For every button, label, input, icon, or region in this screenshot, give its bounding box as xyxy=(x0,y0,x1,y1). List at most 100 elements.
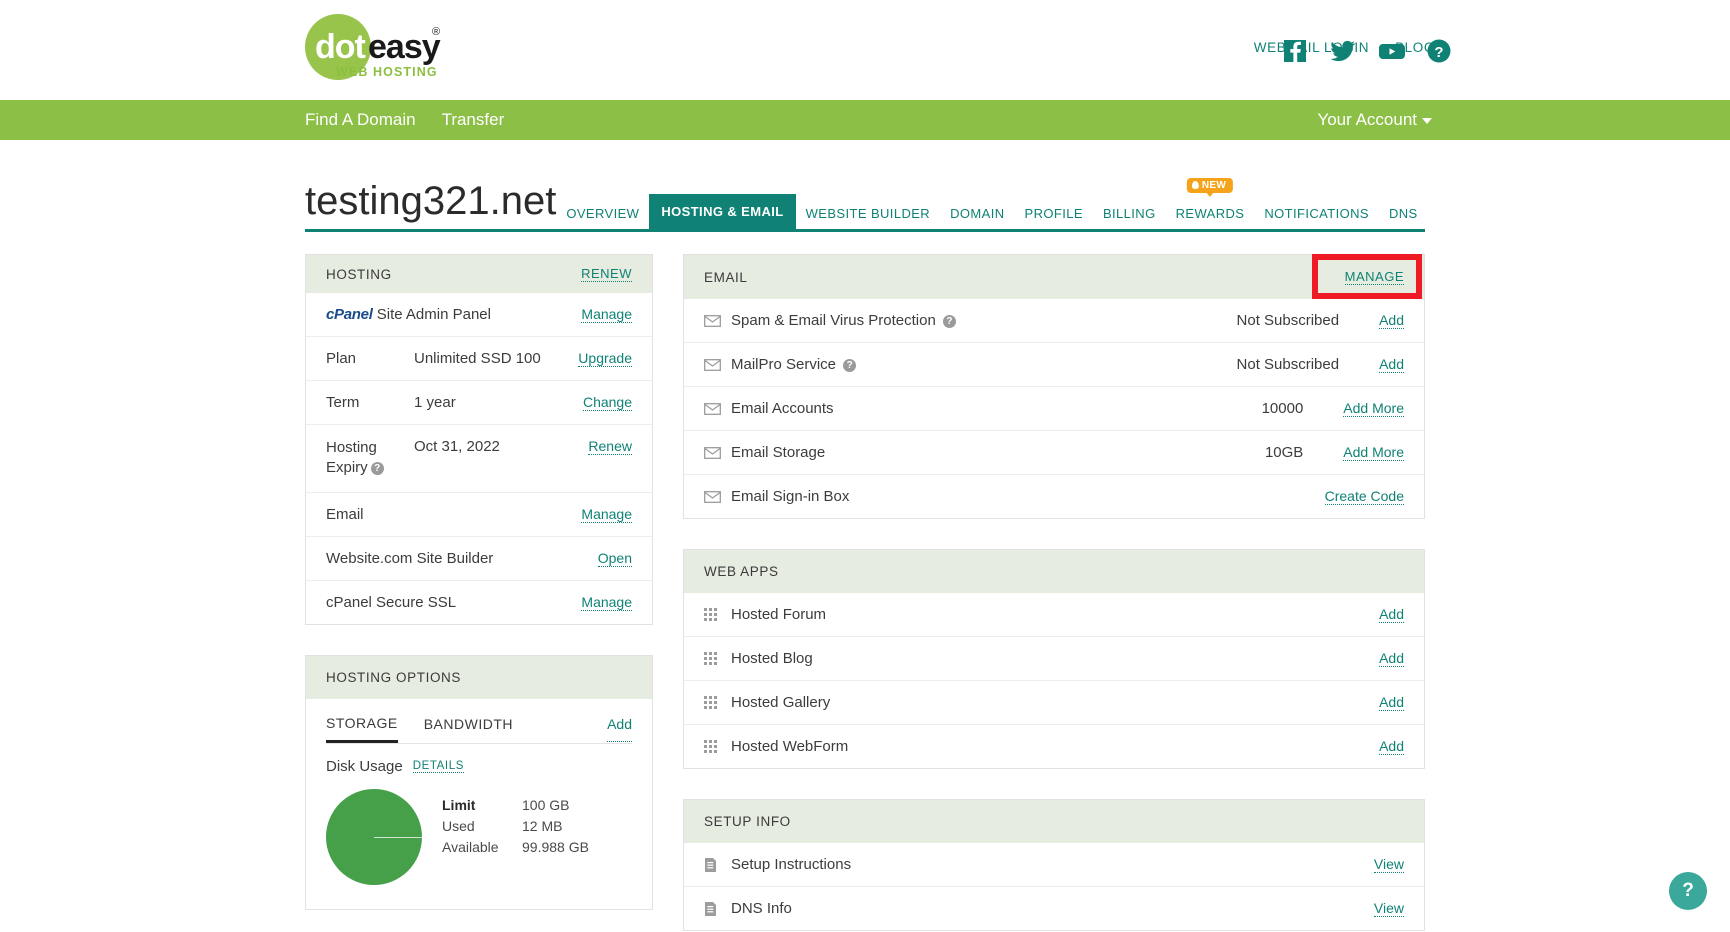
webapps-header-label: WEB APPS xyxy=(704,564,779,579)
hosting-options-add-link[interactable]: Add xyxy=(607,716,632,742)
social-icons: ? xyxy=(1282,38,1452,64)
help-fab-button[interactable]: ? xyxy=(1669,872,1707,910)
youtube-icon[interactable] xyxy=(1378,38,1405,64)
your-account-dropdown[interactable]: Your Account xyxy=(1317,110,1432,130)
mailpro-add-link[interactable]: Add xyxy=(1379,356,1404,373)
table-row: cPanel Secure SSL Manage xyxy=(306,581,652,624)
help-icon[interactable]: ? xyxy=(843,359,857,372)
hosting-renew-link[interactable]: RENEW xyxy=(581,266,632,282)
tab-rewards[interactable]: NEW REWARDS xyxy=(1166,178,1255,229)
new-badge: NEW xyxy=(1186,178,1234,193)
setupinfo-card-header: SETUP INFO xyxy=(684,800,1424,843)
table-row: Hosted WebForm Add xyxy=(684,725,1424,768)
left-column: HOSTING RENEW cPanel Site Admin Panel Ma… xyxy=(305,254,653,932)
tab-storage[interactable]: STORAGE xyxy=(326,715,398,743)
page-root: dot easy ® WEB HOSTING WEBMAIL LOGIN BLO… xyxy=(0,0,1730,932)
disk-usage-stats: Limit 100 GB Used 12 MB Available 99.988… xyxy=(442,789,622,860)
table-row: Term 1 year Change xyxy=(306,381,652,425)
envelope-icon xyxy=(704,446,722,459)
cpanel-ssl-manage-link[interactable]: Manage xyxy=(581,594,632,611)
grid-icon xyxy=(704,740,722,753)
envelope-icon xyxy=(704,490,722,503)
disk-usage-body: Limit 100 GB Used 12 MB Available 99.988… xyxy=(306,775,652,909)
hosted-gallery-label: Hosted Gallery xyxy=(731,694,831,711)
cpanel-manage-link[interactable]: Manage xyxy=(581,306,632,323)
cpanel-ssl-label: cPanel Secure SSL xyxy=(326,593,457,611)
disk-details-link[interactable]: DETAILS xyxy=(412,760,464,773)
table-row: Email Sign-in Box Create Code xyxy=(684,475,1424,518)
hosted-webform-add-link[interactable]: Add xyxy=(1379,738,1404,755)
tab-notifications[interactable]: NOTIFICATIONS xyxy=(1254,198,1379,229)
hosted-blog-add-link[interactable]: Add xyxy=(1379,650,1404,667)
tab-billing[interactable]: BILLING xyxy=(1093,198,1166,229)
email-signin-box-label: Email Sign-in Box xyxy=(731,488,850,505)
doteasy-logo[interactable]: dot easy ® WEB HOSTING xyxy=(305,12,485,84)
mailpro-label: MailPro Service ? xyxy=(731,356,1149,373)
plan-upgrade-link[interactable]: Upgrade xyxy=(578,350,632,367)
primary-green-nav: Find A Domain Transfer Your Account xyxy=(0,100,1730,140)
used-key: Used xyxy=(442,817,475,834)
main-content: testing321.net OVERVIEW HOSTING & EMAIL … xyxy=(0,140,1730,932)
hosting-expiry-text: Hosting Expiry xyxy=(326,439,377,477)
list-item: Limit 100 GB xyxy=(442,797,622,813)
list-item: Available 99.988 GB xyxy=(442,839,622,855)
envelope-icon xyxy=(704,358,722,371)
email-accounts-label: Email Accounts xyxy=(731,400,834,417)
hosting-options-card: HOSTING OPTIONS STORAGE BANDWIDTH Add Di… xyxy=(305,654,653,910)
available-key: Available xyxy=(442,838,499,855)
spam-protection-text: Spam & Email Virus Protection xyxy=(731,312,936,329)
tab-dns[interactable]: DNS xyxy=(1379,198,1428,229)
facebook-icon[interactable] xyxy=(1282,38,1308,64)
term-change-link[interactable]: Change xyxy=(582,394,632,411)
email-signin-create-code-link[interactable]: Create Code xyxy=(1324,488,1404,505)
limit-key: Limit xyxy=(442,796,476,813)
tab-rewards-label: REWARDS xyxy=(1175,206,1245,221)
term-label: Term xyxy=(326,394,360,411)
spam-protection-add-link[interactable]: Add xyxy=(1379,312,1404,329)
setupinfo-header-label: SETUP INFO xyxy=(704,814,791,829)
table-row: Hosted Forum Add xyxy=(684,593,1424,637)
svg-text:?: ? xyxy=(1434,44,1443,61)
hosting-expiry-renew-link[interactable]: Renew xyxy=(588,438,632,455)
email-card: EMAIL MANAGE Spam & Email Virus Protecti… xyxy=(683,254,1425,519)
email-accounts-add-more-link[interactable]: Add More xyxy=(1343,400,1404,417)
twitter-icon[interactable] xyxy=(1330,38,1356,64)
find-a-domain-link[interactable]: Find A Domain xyxy=(305,110,416,130)
right-column: EMAIL MANAGE Spam & Email Virus Protecti… xyxy=(683,254,1425,932)
tab-overview[interactable]: OVERVIEW xyxy=(556,198,649,229)
tab-hosting-email[interactable]: HOSTING & EMAIL xyxy=(649,194,796,229)
email-manage-button[interactable]: MANAGE xyxy=(1344,269,1404,285)
tab-profile[interactable]: PROFILE xyxy=(1015,198,1093,229)
email-manage-link[interactable]: Manage xyxy=(581,506,632,523)
cpanel-logo: cPanel xyxy=(326,306,373,323)
help-circle-icon[interactable]: ? xyxy=(1426,38,1452,64)
table-row: DNS Info View xyxy=(684,887,1424,930)
envelope-icon xyxy=(704,402,722,415)
hosted-forum-add-link[interactable]: Add xyxy=(1379,606,1404,623)
hosted-forum-label: Hosted Forum xyxy=(731,606,827,623)
transfer-link[interactable]: Transfer xyxy=(442,110,505,130)
email-storage-add-more-link[interactable]: Add More xyxy=(1343,444,1404,461)
table-row: MailPro Service ? Not Subscribed Add xyxy=(684,343,1424,387)
tab-website-builder[interactable]: WEBSITE BUILDER xyxy=(796,198,940,229)
setupinfo-card: SETUP INFO Setup Instructions View DNS I… xyxy=(683,799,1425,931)
hosting-card-header: HOSTING RENEW xyxy=(306,255,652,293)
table-row: Spam & Email Virus Protection ? Not Subs… xyxy=(684,299,1424,343)
help-icon[interactable]: ? xyxy=(942,315,956,328)
dns-info-view-link[interactable]: View xyxy=(1373,900,1404,917)
help-icon[interactable]: ? xyxy=(370,462,384,476)
your-account-label: Your Account xyxy=(1317,110,1417,129)
hosted-gallery-add-link[interactable]: Add xyxy=(1379,694,1404,711)
setup-instructions-view-link[interactable]: View xyxy=(1373,856,1404,873)
table-row: Hosted Blog Add xyxy=(684,637,1424,681)
dns-info-label: DNS Info xyxy=(731,900,792,917)
list-item: Used 12 MB xyxy=(442,818,622,834)
mailpro-text: MailPro Service xyxy=(731,356,837,373)
tab-domain[interactable]: DOMAIN xyxy=(940,198,1014,229)
site-builder-open-link[interactable]: Open xyxy=(597,550,632,567)
table-row: cPanel Site Admin Panel Manage xyxy=(306,293,652,337)
tab-bandwidth[interactable]: BANDWIDTH xyxy=(424,716,513,741)
document-icon xyxy=(704,857,722,873)
plan-label: Plan xyxy=(326,350,357,367)
hosted-webform-label: Hosted WebForm xyxy=(731,738,849,755)
